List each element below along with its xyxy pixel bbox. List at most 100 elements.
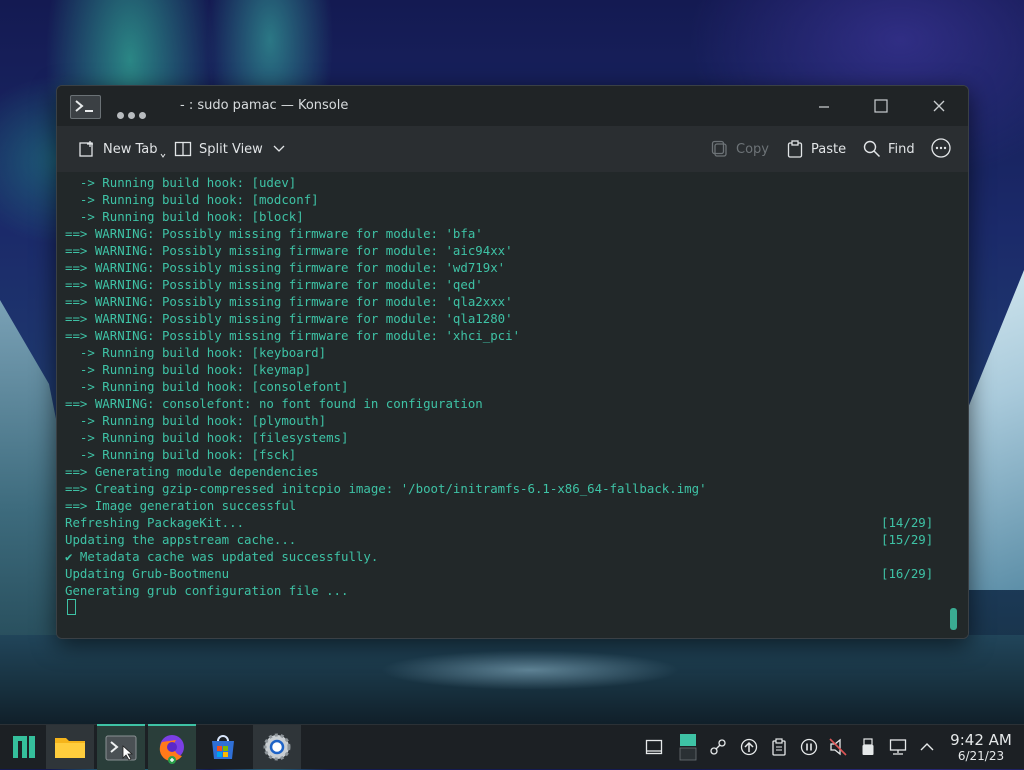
terminal-prompt-line[interactable]	[65, 599, 945, 616]
window-title: - : sudo pamac — Konsole	[180, 98, 349, 113]
copy-label: Copy	[736, 141, 769, 157]
terminal-output: -> Running build hook: [udev] -> Running…	[65, 174, 945, 616]
terminal-line-text: Updating Grub-Bootmenu	[65, 566, 230, 581]
chevron-down-icon	[273, 145, 285, 152]
terminal-line: -> Running build hook: [block]	[65, 208, 945, 225]
split-view-button[interactable]: Split View	[174, 138, 292, 160]
terminal-progress-counter: [14/29]	[881, 515, 934, 530]
terminal-line: -> Running build hook: [udev]	[65, 174, 945, 191]
minimize-button[interactable]	[814, 96, 834, 116]
maximize-button[interactable]	[871, 96, 891, 116]
terminal-line-text: Generating grub configuration file ...	[65, 583, 349, 598]
usb-icon[interactable]	[859, 738, 877, 756]
terminal-line: -> Running build hook: [keymap]	[65, 361, 945, 378]
terminal-line: ==> WARNING: Possibly missing firmware f…	[65, 259, 945, 276]
terminal-line-text: ==> Creating gzip-compressed initcpio im…	[65, 481, 707, 496]
network-icon[interactable]	[889, 738, 907, 756]
title-bar[interactable]: - : sudo pamac — Konsole	[57, 86, 968, 126]
terminal-line-text: ==> Generating module dependencies	[65, 464, 319, 479]
manjaro-logo-icon	[13, 736, 35, 758]
terminal-line-text: ==> WARNING: Possibly missing firmware f…	[65, 277, 483, 292]
terminal-line: -> Running build hook: [filesystems]	[65, 429, 945, 446]
terminal-line: ==> WARNING: Possibly missing firmware f…	[65, 225, 945, 242]
terminal-view[interactable]: -> Running build hook: [udev] -> Running…	[57, 172, 968, 638]
kde-connect-icon[interactable]	[709, 738, 727, 756]
taskbar-dolphin[interactable]	[46, 725, 94, 769]
terminal-line-text: ==> WARNING: Possibly missing firmware f…	[65, 226, 483, 241]
terminal-line: Generating grub configuration file ...	[65, 582, 945, 599]
toolbar: New Tab Split View Copy Paste Find	[57, 126, 968, 172]
terminal-line-text: ==> WARNING: Possibly missing firmware f…	[65, 294, 513, 309]
terminal-progress-counter: [15/29]	[881, 532, 934, 547]
terminal-line: -> Running build hook: [plymouth]	[65, 412, 945, 429]
find-button[interactable]: Find	[863, 138, 915, 160]
terminal-line: -> Running build hook: [keyboard]	[65, 344, 945, 361]
terminal-line-text: Updating the appstream cache...	[65, 532, 297, 547]
terminal-line-text: -> Running build hook: [modconf]	[65, 192, 319, 207]
terminal-line-text: -> Running build hook: [keyboard]	[65, 345, 327, 360]
application-launcher[interactable]	[0, 725, 48, 769]
folder-icon	[55, 738, 85, 758]
split-view-icon	[174, 141, 192, 157]
media-pause-icon[interactable]	[800, 738, 818, 756]
terminal-line-text: ==> WARNING: Possibly missing firmware f…	[65, 260, 506, 275]
paste-button[interactable]: Paste	[786, 138, 846, 160]
split-view-label: Split View	[199, 141, 263, 157]
firefox-icon	[159, 735, 184, 764]
terminal-line: ==> WARNING: Possibly missing firmware f…	[65, 310, 945, 327]
terminal-line: ✔ Metadata cache was updated successfull…	[65, 548, 945, 565]
copy-button[interactable]: Copy	[711, 138, 769, 160]
more-options-icon	[931, 138, 951, 158]
updates-icon[interactable]	[740, 738, 758, 756]
terminal-line-text: ==> WARNING: Possibly missing firmware f…	[65, 243, 513, 258]
terminal-line: ==> Image generation successful	[65, 497, 945, 514]
clock-date: 6/21/23	[957, 749, 1005, 763]
terminal-line-text: ✔ Metadata cache was updated successfull…	[65, 549, 379, 564]
search-icon	[863, 140, 881, 158]
settings-icon	[263, 733, 291, 761]
close-button[interactable]	[929, 96, 949, 116]
terminal-line: -> Running build hook: [modconf]	[65, 191, 945, 208]
taskbar-firefox[interactable]	[148, 724, 196, 770]
copy-icon	[711, 140, 727, 157]
terminal-line-text: -> Running build hook: [keymap]	[65, 362, 312, 377]
terminal-line-text: -> Running build hook: [block]	[65, 209, 304, 224]
terminal-line: ==> Creating gzip-compressed initcpio im…	[65, 480, 945, 497]
taskbar-konsole[interactable]	[97, 724, 145, 770]
terminal-line: ==> WARNING: consolefont: no font found …	[65, 395, 945, 412]
terminal-line-text: ==> WARNING: Possibly missing firmware f…	[65, 311, 513, 326]
clock-time: 9:42 AM	[950, 731, 1012, 749]
terminal-line: Refreshing PackageKit... [14/29]	[65, 514, 945, 531]
taskbar-system-settings[interactable]	[253, 725, 301, 769]
volume-muted-icon[interactable]	[829, 738, 847, 756]
wallpaper-river	[380, 650, 680, 690]
paste-label: Paste	[811, 141, 847, 157]
terminal-line: ==> WARNING: Possibly missing firmware f…	[65, 327, 945, 344]
terminal-line: Updating Grub-Bootmenu [16/29]	[65, 565, 945, 582]
konsole-app-icon[interactable]	[70, 95, 101, 119]
text-cursor	[67, 599, 76, 615]
window-menu-dots-icon[interactable]	[117, 104, 150, 123]
terminal-line-text: ==> WARNING: Possibly missing firmware f…	[65, 328, 521, 343]
new-tab-button[interactable]: New Tab	[78, 138, 166, 160]
scrollbar-thumb[interactable]	[950, 608, 957, 630]
terminal-line: -> Running build hook: [fsck]	[65, 446, 945, 463]
konsole-window: - : sudo pamac — Konsole New Tab Split V…	[56, 85, 969, 639]
clipboard-icon[interactable]	[770, 738, 788, 756]
terminal-icon	[105, 735, 137, 761]
terminal-line: ==> WARNING: Possibly missing firmware f…	[65, 242, 945, 259]
terminal-line: Updating the appstream cache... [15/29]	[65, 531, 945, 548]
more-menu-button[interactable]	[931, 137, 958, 159]
pager-icon[interactable]	[679, 733, 697, 761]
terminal-line: ==> WARNING: Possibly missing firmware f…	[65, 293, 945, 310]
new-tab-icon	[79, 141, 93, 157]
digital-clock[interactable]: 9:42 AM 6/21/23	[944, 731, 1018, 764]
terminal-progress-counter: [16/29]	[881, 566, 934, 581]
chevron-down-icon	[160, 153, 165, 158]
tray-expand-icon[interactable]	[918, 738, 936, 756]
taskbar: 9:42 AM 6/21/23	[0, 724, 1024, 770]
taskbar-software-store[interactable]	[199, 725, 247, 769]
terminal-line-text: ==> WARNING: consolefont: no font found …	[65, 396, 483, 411]
terminal-line-text: -> Running build hook: [consolefont]	[65, 379, 349, 394]
show-desktop-icon[interactable]	[645, 738, 663, 756]
